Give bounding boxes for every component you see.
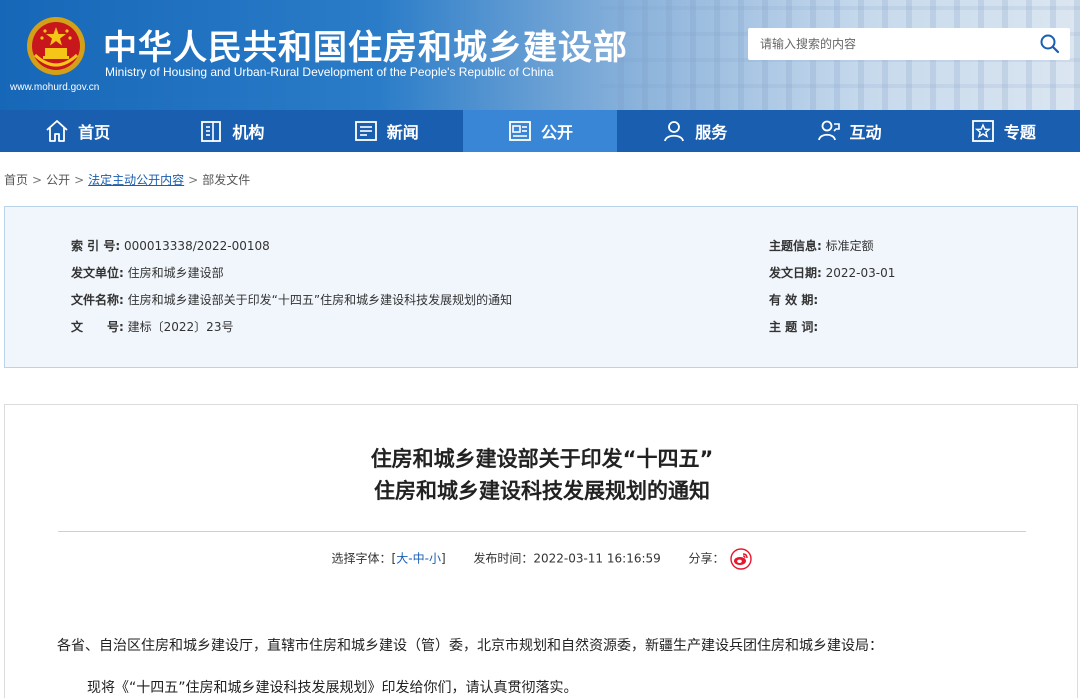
search-input[interactable] [760, 28, 1030, 60]
nav-item-home[interactable]: 首页 [0, 110, 154, 152]
info-docno-label: 文 号: [71, 320, 124, 334]
article-paragraph-1: 各省、自治区住房和城乡建设厅，直辖市住房和城乡建设（管）委，北京市规划和自然资源… [57, 638, 883, 654]
share-label: 分享： [688, 551, 725, 566]
info-keywords-row: 主 题 词: [769, 318, 818, 335]
font-size-label: 选择字体：[ [331, 551, 397, 566]
article-container: 住房和城乡建设部关于印发“十四五” 住房和城乡建设科技发展规划的通知 选择字体：… [4, 404, 1078, 698]
nav-item-open[interactable]: 公开 [462, 110, 618, 152]
national-emblem-icon [27, 17, 85, 75]
breadcrumb-statutory-link[interactable]: 法定主动公开内容 [88, 173, 184, 187]
breadcrumb-current[interactable]: 部发文件 [202, 173, 250, 187]
info-keywords-label: 主 题 词: [769, 320, 819, 334]
info-date-value: 2022-03-01 [825, 266, 896, 280]
star-icon [971, 120, 994, 142]
info-docno-value: 建标〔2022〕23号 [127, 320, 234, 334]
publish-time: 2022-03-11 16:16:59 [533, 551, 661, 566]
nav-item-label: 机构 [232, 123, 265, 142]
site-subtitle: Ministry of Housing and Urban-Rural Deve… [105, 65, 554, 79]
open-icon [509, 121, 531, 141]
building-icon [201, 121, 222, 142]
nav-item-service[interactable]: 服务 [617, 110, 771, 152]
nav-item-label: 专题 [1003, 123, 1036, 142]
breadcrumb-separator: > [74, 173, 85, 187]
info-index-value: 000013338/2022-00108 [123, 239, 270, 253]
font-small-button[interactable]: 小 [429, 552, 441, 566]
search-box [748, 28, 1070, 60]
breadcrumb-open-link[interactable]: 公开 [46, 173, 70, 187]
breadcrumb: 首页 > 公开 > 法定主动公开内容 > 部发文件 [4, 171, 250, 188]
home-icon [46, 120, 68, 142]
nav-item-label: 公开 [540, 123, 573, 142]
publish-label: 发布时间： [473, 551, 534, 566]
info-issuer-row: 发文单位: 住房和城乡建设部 [71, 264, 224, 281]
info-validity-label: 有 效 期: [769, 293, 819, 307]
info-date-row: 发文日期: 2022-03-01 [769, 264, 895, 281]
service-icon [664, 121, 685, 142]
info-topic-row: 主题信息: 标准定额 [769, 237, 874, 254]
search-icon[interactable] [1038, 32, 1062, 56]
font-size-close: ] [440, 551, 446, 566]
article-title-line2: 住房和城乡建设科技发展规划的通知 [374, 479, 710, 503]
font-large-button[interactable]: 大 [396, 552, 408, 566]
info-filename-label: 文件名称: [71, 293, 124, 307]
info-filename-value: 住房和城乡建设部关于印发“十四五”住房和城乡建设科技发展规划的通知 [127, 293, 513, 307]
site-url: www.mohurd.gov.cn [10, 82, 100, 93]
info-topic-label: 主题信息: [769, 239, 822, 253]
news-icon [354, 121, 377, 141]
info-validity-row: 有 效 期: [769, 291, 818, 308]
article-title: 住房和城乡建设部关于印发“十四五” 住房和城乡建设科技发展规划的通知 [5, 443, 1079, 507]
nav-item-news[interactable]: 新闻 [309, 110, 463, 152]
site-header: www.mohurd.gov.cn 中华人民共和国住房和城乡建设部 Minist… [0, 0, 1080, 110]
info-index-row: 索 引 号: 000013338/2022-00108 [71, 237, 270, 254]
weibo-share-icon[interactable] [730, 548, 753, 570]
info-date-label: 发文日期: [769, 266, 822, 280]
info-topic-value: 标准定额 [825, 239, 874, 253]
nav-item-interaction[interactable]: 互动 [771, 110, 925, 152]
article-meta: 选择字体：[大-中-小] 发布时间：2022-03-11 16:16:59 分享… [5, 548, 1079, 570]
breadcrumb-separator: > [188, 173, 199, 187]
info-issuer-value: 住房和城乡建设部 [127, 266, 224, 280]
info-index-label: 索 引 号: [71, 239, 121, 253]
font-medium-button[interactable]: 中 [413, 552, 425, 566]
nav-item-label: 新闻 [386, 123, 419, 142]
site-title[interactable]: 中华人民共和国住房和城乡建设部 [103, 20, 628, 69]
info-issuer-label: 发文单位: [71, 266, 124, 280]
info-filename-row: 文件名称: 住房和城乡建设部关于印发“十四五”住房和城乡建设科技发展规划的通知 [71, 291, 512, 308]
article-paragraph-2: 现将《“十四五”住房和城乡建设科技发展规划》印发给你们，请认真贯彻落实。 [87, 680, 578, 696]
nav-item-label: 互动 [849, 123, 882, 142]
nav-item-special[interactable]: 专题 [926, 110, 1080, 152]
info-docno-row: 文 号: 建标〔2022〕23号 [71, 318, 233, 335]
title-divider [58, 531, 1026, 532]
document-info-box: 索 引 号: 000013338/2022-00108 发文单位: 住房和城乡建… [4, 206, 1078, 368]
article-title-line1: 住房和城乡建设部关于印发“十四五” [370, 447, 714, 471]
nav-item-label: 首页 [78, 123, 111, 142]
breadcrumb-separator: > [32, 173, 43, 187]
main-nav: 首页 机构 新闻 公开 服务 互动 专题 [0, 110, 1080, 152]
nav-item-organization[interactable]: 机构 [154, 110, 308, 152]
breadcrumb-home-link[interactable]: 首页 [4, 173, 28, 187]
interaction-icon [817, 120, 840, 141]
nav-item-label: 服务 [695, 123, 728, 142]
